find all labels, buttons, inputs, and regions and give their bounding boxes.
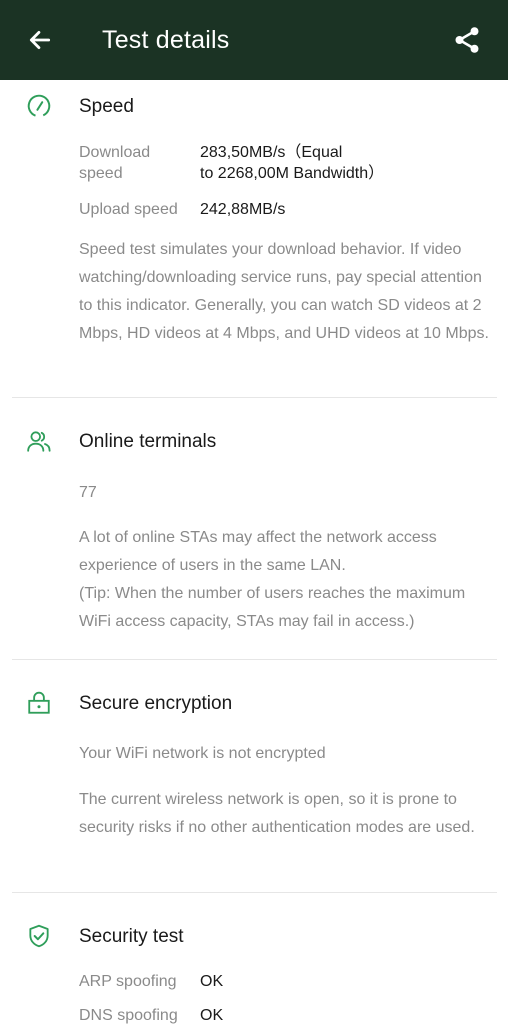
dns-spoofing-value: OK [200, 1007, 224, 1024]
online-terminals-description: A lot of online STAs may affect the netw… [79, 529, 466, 630]
online-terminals-title: Online terminals [79, 431, 217, 452]
shield-check-icon [29, 924, 49, 948]
dns-spoofing-label: DNS spoofing [79, 1007, 178, 1024]
divider [12, 397, 497, 398]
arp-spoofing-label: ARP spoofing [79, 973, 177, 990]
speedometer-icon [27, 94, 51, 118]
secure-encryption-title: Secure encryption [79, 693, 233, 714]
online-terminals-count: 77 [79, 484, 97, 501]
speed-title: Speed [79, 96, 134, 117]
divider [12, 892, 497, 893]
page-title: Test details [102, 26, 230, 54]
download-speed-label: Download speed [79, 144, 151, 182]
users-icon [27, 431, 51, 452]
encryption-description: The current wireless network is open, so… [79, 791, 475, 836]
app-bar: Test details [0, 0, 508, 80]
arrow-left-icon [29, 31, 51, 49]
arp-spoofing-value: OK [200, 973, 224, 990]
back-button[interactable] [24, 24, 56, 56]
upload-speed-value: 242,88MB/s [200, 201, 286, 218]
download-speed-value: 283,50MB/s（Equal to 2268,00M Bandwidth） [200, 144, 385, 182]
encryption-status: Your WiFi network is not encrypted [79, 745, 326, 762]
divider [12, 659, 497, 660]
speed-description: Speed test simulates your download behav… [79, 241, 489, 342]
share-button[interactable] [450, 23, 484, 57]
security-test-title: Security test [79, 926, 184, 947]
upload-speed-label: Upload speed [79, 201, 178, 218]
lock-icon [28, 691, 50, 714]
share-icon [455, 27, 479, 53]
